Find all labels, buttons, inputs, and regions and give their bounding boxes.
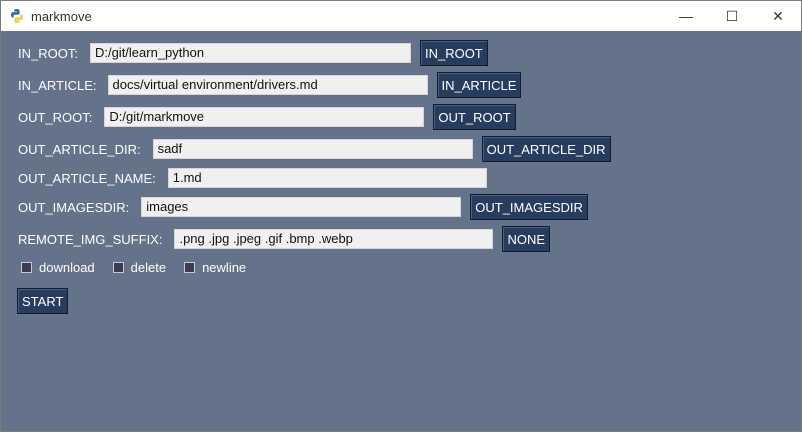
window-title: markmove bbox=[31, 8, 92, 24]
in-root-label: IN_ROOT: bbox=[18, 45, 78, 61]
out-article-dir-label: OUT_ARTICLE_DIR: bbox=[18, 141, 141, 157]
out-article-name-label: OUT_ARTICLE_NAME: bbox=[18, 170, 156, 186]
newline-checkbox[interactable] bbox=[184, 262, 196, 273]
out-imagesdir-input[interactable]: images bbox=[141, 197, 462, 217]
in-root-input[interactable]: D:/git/learn_python bbox=[89, 43, 411, 63]
out-root-label: OUT_ROOT: bbox=[18, 109, 93, 125]
none-button[interactable]: NONE bbox=[502, 226, 551, 252]
out-article-name-row: OUT_ARTICLE_NAME: 1.md bbox=[18, 166, 487, 190]
out-article-dir-row: OUT_ARTICLE_DIR: sadf OUT_ARTICLE_DIR bbox=[18, 136, 611, 162]
form-area: IN_ROOT: D:/git/learn_python IN_ROOT IN_… bbox=[1, 31, 801, 431]
out-article-name-input[interactable]: 1.md bbox=[167, 168, 487, 188]
remote-img-suffix-row: REMOTE_IMG_SUFFIX: .png .jpg .jpeg .gif … bbox=[18, 226, 551, 252]
start-row: START bbox=[17, 288, 69, 314]
out-root-input[interactable]: D:/git/markmove bbox=[104, 107, 425, 127]
in-article-input[interactable]: docs/virtual environment/drivers.md bbox=[107, 75, 428, 95]
in-root-button[interactable]: IN_ROOT bbox=[419, 40, 488, 66]
minimize-icon[interactable]: — bbox=[663, 1, 709, 31]
options-row: download delete newline bbox=[21, 260, 246, 275]
start-button[interactable]: START bbox=[17, 288, 69, 314]
download-checkbox[interactable] bbox=[21, 262, 32, 273]
title-bar[interactable]: markmove — ☐ ✕ bbox=[1, 1, 801, 31]
out-root-row: OUT_ROOT: D:/git/markmove OUT_ROOT bbox=[18, 104, 516, 130]
window-controls: — ☐ ✕ bbox=[663, 1, 801, 31]
in-article-row: IN_ARTICLE: docs/virtual environment/dri… bbox=[18, 72, 522, 98]
delete-label: delete bbox=[130, 260, 167, 275]
out-imagesdir-label: OUT_IMAGESDIR: bbox=[18, 199, 130, 215]
download-label: download bbox=[39, 260, 95, 275]
out-root-button[interactable]: OUT_ROOT bbox=[433, 104, 516, 130]
in-article-label: IN_ARTICLE: bbox=[18, 77, 97, 93]
out-imagesdir-row: OUT_IMAGESDIR: images OUT_IMAGESDIR bbox=[18, 194, 588, 220]
remote-img-suffix-label: REMOTE_IMG_SUFFIX: bbox=[18, 231, 163, 247]
python-logo-icon bbox=[9, 8, 25, 24]
app-window: markmove — ☐ ✕ IN_ROOT: D:/git/learn_pyt… bbox=[0, 0, 802, 432]
newline-label: newline bbox=[202, 260, 247, 275]
delete-checkbox[interactable] bbox=[112, 262, 124, 273]
out-article-dir-button[interactable]: OUT_ARTICLE_DIR bbox=[481, 136, 611, 162]
close-icon[interactable]: ✕ bbox=[755, 1, 801, 31]
in-article-button[interactable]: IN_ARTICLE bbox=[436, 72, 522, 98]
in-root-row: IN_ROOT: D:/git/learn_python IN_ROOT bbox=[18, 40, 488, 66]
maximize-icon[interactable]: ☐ bbox=[709, 1, 755, 31]
out-imagesdir-button[interactable]: OUT_IMAGESDIR bbox=[470, 194, 588, 220]
remote-img-suffix-input[interactable]: .png .jpg .jpeg .gif .bmp .webp bbox=[174, 229, 494, 249]
out-article-dir-input[interactable]: sadf bbox=[152, 139, 473, 159]
